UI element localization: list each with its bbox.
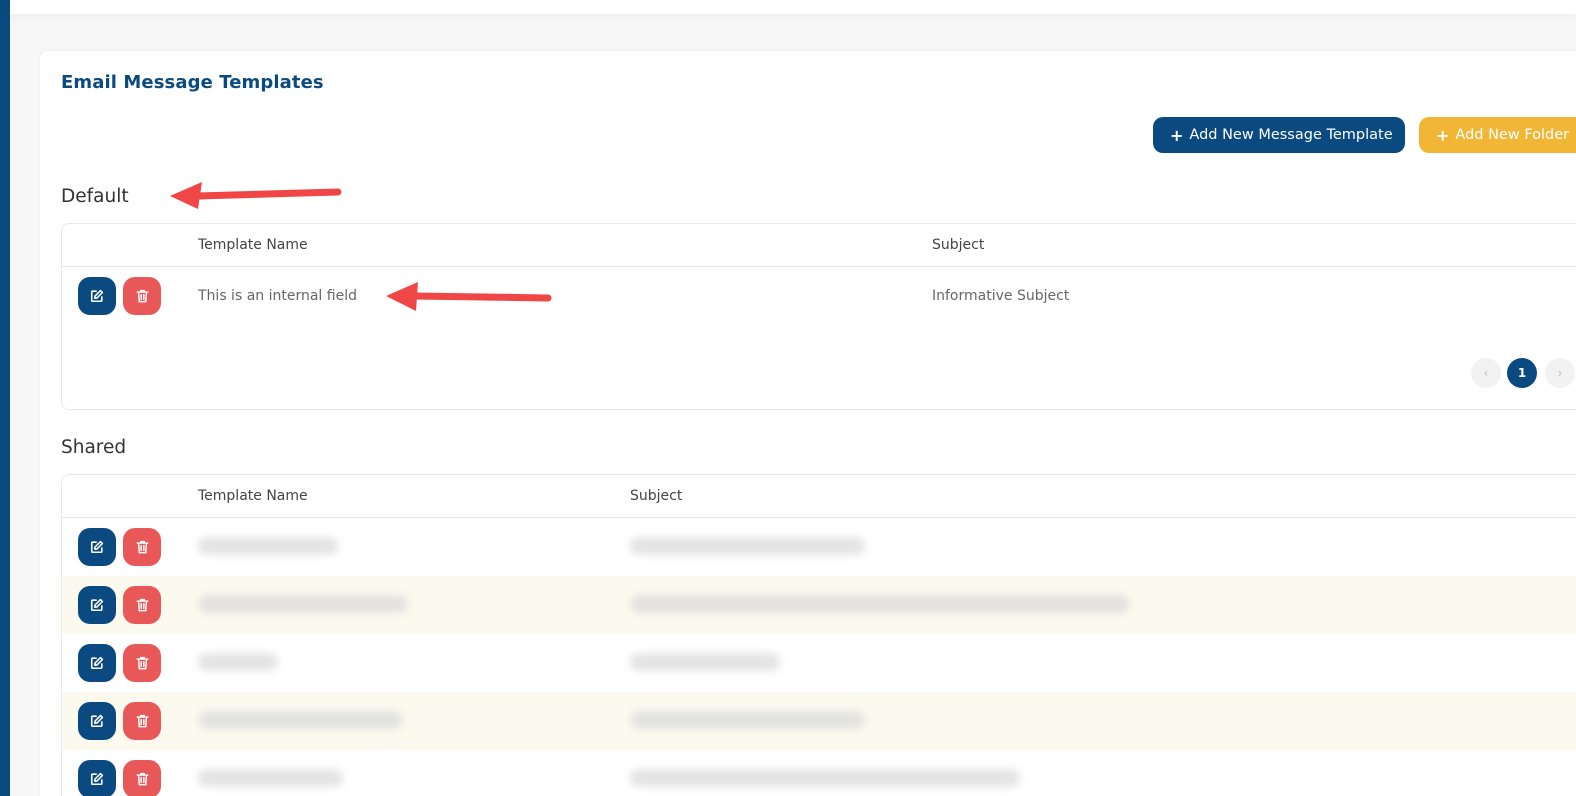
left-sidebar-rail: [0, 0, 10, 796]
table-row: This is an internal field Informative Su…: [62, 267, 1576, 325]
column-header-subject: Subject: [630, 488, 683, 504]
redacted-template-name[interactable]: [198, 653, 278, 671]
edit-button[interactable]: [78, 702, 116, 740]
redacted-subject: [630, 653, 780, 671]
redacted-template-name[interactable]: [198, 769, 343, 787]
shared-templates-table: Template Name Subject: [61, 474, 1576, 796]
delete-button[interactable]: [123, 277, 161, 315]
table-header-row: Template Name Subject: [62, 224, 1576, 267]
page-title: Email Message Templates: [61, 72, 324, 93]
section-title-default: Default: [61, 186, 129, 207]
annotation-arrow-icon: [386, 282, 552, 311]
edit-icon: [90, 289, 104, 303]
redacted-template-name[interactable]: [198, 595, 408, 613]
edit-icon: [90, 656, 104, 670]
table-row: [62, 518, 1576, 576]
delete-button[interactable]: [123, 760, 161, 796]
delete-button[interactable]: [123, 702, 161, 740]
plus-icon: +: [1170, 125, 1184, 145]
table-row: [62, 750, 1576, 796]
redacted-template-name[interactable]: [198, 711, 403, 729]
column-header-subject: Subject: [932, 237, 985, 253]
table-header-row: Template Name Subject: [62, 475, 1576, 518]
top-header-bar: [10, 0, 1576, 14]
edit-button[interactable]: [78, 644, 116, 682]
section-title-shared: Shared: [61, 437, 127, 458]
redacted-subject: [630, 595, 1130, 613]
column-header-template-name: Template Name: [198, 488, 308, 504]
redacted-subject: [630, 769, 1020, 787]
template-name-cell[interactable]: This is an internal field: [198, 288, 357, 304]
add-template-label: Add New Message Template: [1189, 127, 1393, 143]
edit-icon: [90, 540, 104, 554]
trash-icon: [136, 598, 148, 612]
subject-cell: Informative Subject: [932, 288, 1070, 304]
annotation-arrow-icon: [170, 182, 342, 209]
edit-button[interactable]: [78, 586, 116, 624]
trash-icon: [136, 772, 148, 786]
delete-button[interactable]: [123, 528, 161, 566]
edit-button[interactable]: [78, 277, 116, 315]
add-new-message-template-button[interactable]: + Add New Message Template: [1153, 117, 1405, 153]
trash-icon: [136, 656, 148, 670]
pagination-prev-button[interactable]: ‹: [1471, 358, 1501, 388]
pagination-page-button[interactable]: 1: [1507, 358, 1537, 388]
edit-button[interactable]: [78, 760, 116, 796]
column-header-template-name: Template Name: [198, 237, 308, 253]
edit-icon: [90, 772, 104, 786]
table-row: [62, 692, 1576, 750]
edit-button[interactable]: [78, 528, 116, 566]
trash-icon: [136, 714, 148, 728]
table-row: [62, 634, 1576, 692]
trash-icon: [136, 289, 148, 303]
table-row: [62, 576, 1576, 634]
edit-icon: [90, 598, 104, 612]
plus-icon: +: [1436, 125, 1450, 145]
delete-button[interactable]: [123, 586, 161, 624]
redacted-template-name[interactable]: [198, 537, 338, 555]
pagination-next-button[interactable]: ›: [1545, 358, 1575, 388]
edit-icon: [90, 714, 104, 728]
redacted-subject: [630, 711, 865, 729]
templates-card: Email Message Templates + Add New Messag…: [40, 51, 1576, 796]
redacted-subject: [630, 537, 865, 555]
add-new-folder-button[interactable]: + Add New Folder: [1419, 117, 1576, 153]
trash-icon: [136, 540, 148, 554]
delete-button[interactable]: [123, 644, 161, 682]
default-templates-table: Template Name Subject This is an interna…: [61, 223, 1576, 410]
add-folder-label: Add New Folder: [1455, 127, 1570, 143]
